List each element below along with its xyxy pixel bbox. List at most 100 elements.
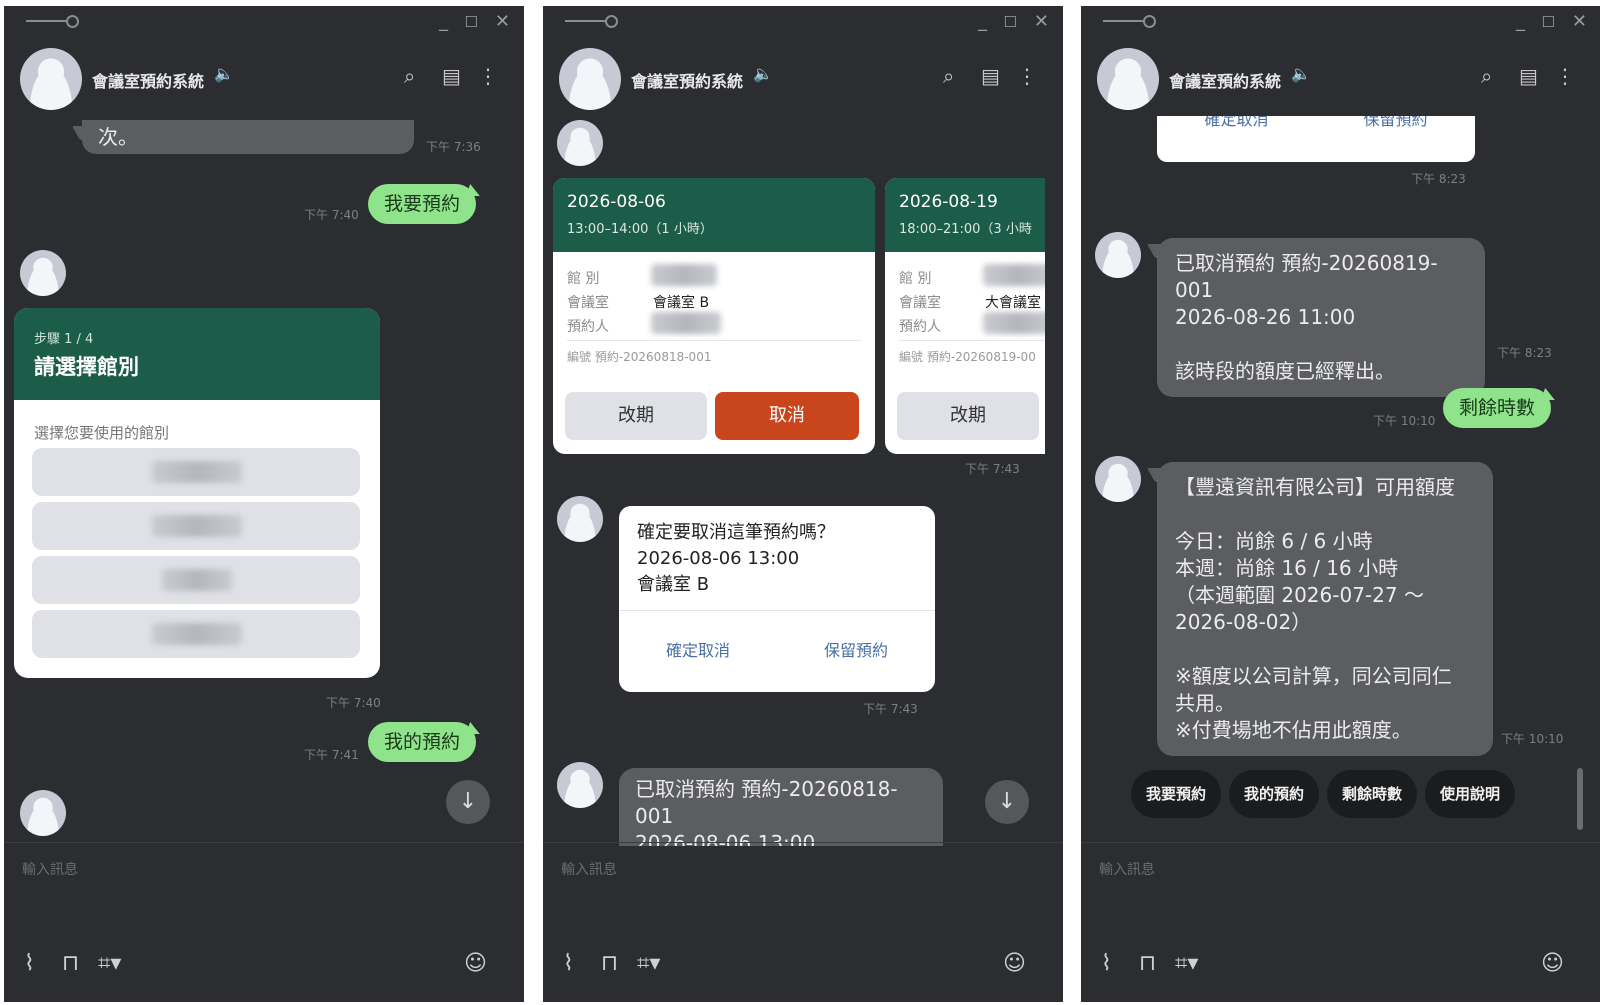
bot-avatar[interactable] — [557, 762, 603, 808]
booking-time: 13:00–14:00（1 小時） — [567, 222, 713, 237]
search-icon[interactable]: ⌕ — [1481, 64, 1492, 88]
bookmark-icon[interactable]: ⊓ — [601, 951, 618, 976]
message-input-area: 輸入訊息 ⌇ ⊓ ⌗▾ ☺ — [543, 842, 1063, 1002]
bot-message: 【豐遠資訊有限公司】可用額度 今日：尚餘 6 / 6 小時 本週：尚餘 16 /… — [1157, 462, 1493, 756]
minimize-icon[interactable]: _ — [978, 12, 987, 32]
quick-reply-remaining-hours[interactable]: 剩餘時數 — [1327, 770, 1417, 818]
label-room: 會議室 — [899, 295, 941, 311]
crop-icon[interactable]: ⌗▾ — [1175, 951, 1198, 976]
search-icon[interactable]: ⌕ — [943, 64, 954, 88]
bot-avatar[interactable] — [557, 120, 603, 166]
user-message: 我要預約 — [368, 184, 477, 224]
message-input[interactable]: 輸入訊息 — [22, 859, 78, 879]
crop-icon[interactable]: ⌗▾ — [98, 951, 121, 976]
chat-header: 會議室預約系統 🔈 ⌕ ▤ ⋮ — [1081, 42, 1600, 110]
close-icon[interactable]: ✕ — [495, 12, 510, 32]
redacted-text — [162, 569, 232, 591]
reschedule-button[interactable]: 改期 — [565, 392, 707, 440]
confirm-card: 確定要取消這筆預約嗎？ 2026-08-06 13:00 會議室 B 確定取消 … — [619, 506, 935, 692]
bot-avatar[interactable] — [1095, 232, 1141, 278]
maximize-icon[interactable]: ☐ — [465, 12, 478, 32]
emoji-icon[interactable]: ☺ — [1003, 951, 1026, 976]
close-icon[interactable]: ✕ — [1572, 12, 1587, 32]
notes-icon[interactable]: ▤ — [981, 64, 1000, 88]
bot-avatar[interactable] — [20, 48, 82, 110]
maximize-icon[interactable]: ☐ — [1004, 12, 1017, 32]
step-card: 步驟 1 / 4 請選擇館別 選擇您要使用的館別 — [14, 308, 380, 678]
bookmark-icon[interactable]: ⊓ — [62, 951, 79, 976]
search-icon[interactable]: ⌕ — [404, 64, 415, 88]
confirm-cancel-button[interactable]: 確定取消 — [619, 610, 777, 692]
keep-booking-button[interactable]: 保留預約 — [1316, 116, 1475, 130]
bot-avatar[interactable] — [559, 48, 621, 110]
message-time: 下午 10:10 — [1501, 732, 1564, 746]
pin-icon[interactable] — [565, 15, 618, 28]
building-option-2[interactable] — [32, 502, 360, 550]
bookmark-icon[interactable]: ⊓ — [1139, 951, 1156, 976]
paperclip-icon[interactable]: ⌇ — [24, 951, 35, 976]
quick-reply-my-bookings[interactable]: 我的預約 — [1229, 770, 1319, 818]
step-indicator: 步驟 1 / 4 — [34, 332, 94, 347]
chat-header: 會議室預約系統 🔈 ⌕ ▤ ⋮ — [4, 42, 524, 110]
paperclip-icon[interactable]: ⌇ — [1101, 951, 1112, 976]
notes-icon[interactable]: ▤ — [442, 64, 461, 88]
label-booker: 預約人 — [567, 319, 609, 335]
paperclip-icon[interactable]: ⌇ — [563, 951, 574, 976]
step-title: 請選擇館別 — [34, 355, 139, 379]
user-message: 剩餘時數 — [1443, 388, 1552, 428]
pin-icon[interactable] — [1103, 15, 1156, 28]
close-icon[interactable]: ✕ — [1034, 12, 1049, 32]
redacted-text — [651, 312, 721, 334]
building-option-3[interactable] — [32, 556, 360, 604]
reschedule-button[interactable]: 改期 — [897, 392, 1039, 440]
quick-reply-book[interactable]: 我要預約 — [1131, 770, 1221, 818]
booking-time: 18:00–21:00（3 小時 — [899, 222, 1032, 237]
bot-avatar[interactable] — [1097, 48, 1159, 110]
message-input[interactable]: 輸入訊息 — [1099, 859, 1155, 879]
arrow-down-icon[interactable]: ↓ — [446, 780, 490, 824]
pin-icon[interactable] — [26, 15, 79, 28]
building-option-1[interactable] — [32, 448, 360, 496]
speaker-icon: 🔈 — [214, 64, 234, 83]
chat-title: 會議室預約系統 — [1169, 72, 1282, 91]
message-input-area: 輸入訊息 ⌇ ⊓ ⌗▾ ☺ — [4, 842, 524, 1002]
confirm-card-partial: 確定取消 保留預約 — [1157, 116, 1475, 162]
speaker-icon: 🔈 — [1291, 64, 1311, 83]
label-building: 館 別 — [899, 271, 932, 287]
maximize-icon[interactable]: ☐ — [1542, 12, 1555, 32]
message-time: 下午 7:40 — [304, 208, 359, 222]
cancel-button[interactable]: 取消 — [715, 392, 859, 440]
bot-avatar[interactable] — [20, 790, 66, 836]
bot-avatar[interactable] — [557, 496, 603, 542]
redacted-text — [152, 623, 242, 645]
confirm-cancel-button[interactable]: 確定取消 — [1157, 116, 1316, 130]
scrollbar[interactable] — [1577, 768, 1583, 830]
minimize-icon[interactable]: _ — [1516, 12, 1525, 32]
more-icon[interactable]: ⋮ — [1555, 64, 1575, 88]
message-time: 下午 8:23 — [1497, 346, 1552, 360]
booking-ref: 編號 預約-20260818-001 — [567, 350, 712, 364]
label-building: 館 別 — [567, 271, 600, 287]
emoji-icon[interactable]: ☺ — [464, 951, 487, 976]
confirm-text: 確定要取消這筆預約嗎？ 2026-08-06 13:00 會議室 B — [637, 522, 835, 595]
crop-icon[interactable]: ⌗▾ — [637, 951, 660, 976]
label-booker: 預約人 — [899, 319, 941, 335]
chat-title: 會議室預約系統 — [92, 72, 205, 91]
arrow-down-icon[interactable]: ↓ — [985, 780, 1029, 824]
minimize-icon[interactable]: _ — [439, 12, 448, 32]
chat-window-2: _ ☐ ✕ 會議室預約系統 🔈 ⌕ ▤ ⋮ 2026-08-06 13:00–1… — [543, 6, 1063, 1002]
bot-avatar[interactable] — [20, 250, 66, 296]
building-option-4[interactable] — [32, 610, 360, 658]
booking-card-header: 2026-08-06 13:00–14:00（1 小時） — [553, 178, 875, 252]
quick-reply-help[interactable]: 使用說明 — [1425, 770, 1515, 818]
message-time: 下午 7:43 — [965, 462, 1020, 476]
more-icon[interactable]: ⋮ — [478, 64, 498, 88]
more-icon[interactable]: ⋮ — [1017, 64, 1037, 88]
notes-icon[interactable]: ▤ — [1519, 64, 1538, 88]
message-time: 下午 10:10 — [1373, 414, 1436, 428]
bot-avatar[interactable] — [1095, 456, 1141, 502]
message-input[interactable]: 輸入訊息 — [561, 859, 617, 879]
emoji-icon[interactable]: ☺ — [1541, 951, 1564, 976]
keep-booking-button[interactable]: 保留預約 — [777, 610, 935, 692]
room-name: 會議室 B — [653, 295, 710, 311]
